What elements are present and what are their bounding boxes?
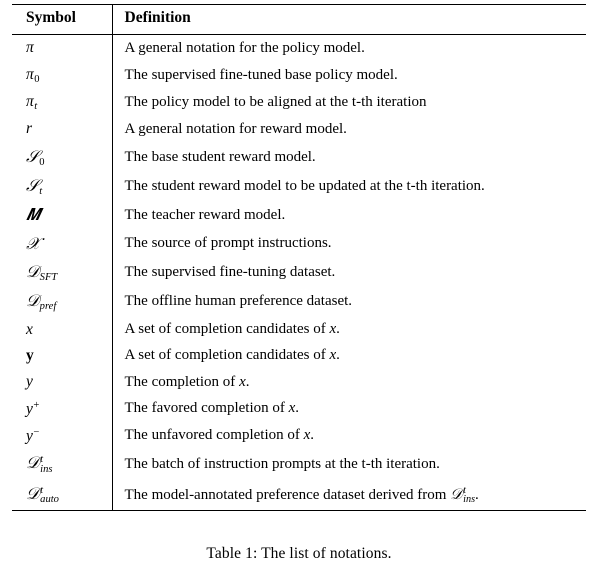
- table-header-row: Symbol Definition: [12, 4, 586, 35]
- table-row: 𝒟SFT The supervised fine-tuning dataset.: [12, 257, 586, 288]
- table-row: 𝒟pref The offline human preference datas…: [12, 287, 586, 317]
- definition-cell: The unfavored completion of x.: [124, 427, 315, 444]
- table-row: 𝑴 The teacher reward model.: [12, 201, 586, 230]
- table-row: 𝒮0 The base student reward model.: [12, 142, 586, 172]
- symbol-cell: 𝒟t auto: [12, 479, 113, 511]
- definition-cell: The offline human preference dataset.: [124, 293, 353, 310]
- definition-cell: The completion of x.: [124, 373, 250, 390]
- table-row: π A general notation for the policy mode…: [12, 34, 586, 62]
- definition-cell: The base student reward model.: [124, 148, 316, 165]
- symbol-cell: y−: [12, 422, 113, 450]
- caption-label: Table 1:: [206, 545, 258, 563]
- definition-cell: The favored completion of x.: [124, 400, 300, 417]
- symbol-cell: y: [12, 369, 113, 396]
- symbol-cell: r: [12, 116, 113, 143]
- symbol-cell: 𝒟t ins: [12, 449, 113, 480]
- table-row: y+ The favored completion of x.: [12, 395, 586, 423]
- table-row: y The completion of x.: [12, 369, 586, 396]
- table-body: π A general notation for the policy mode…: [12, 34, 586, 511]
- symbol-cell: x: [12, 316, 113, 343]
- definition-cell: A set of completion candidates of x.: [124, 321, 340, 338]
- definition-cell: The policy model to be aligned at the t-…: [124, 93, 427, 110]
- symbol-cell: π0: [12, 61, 113, 89]
- table-header: Symbol Definition: [12, 4, 586, 35]
- table-row: 𝒳 The source of prompt instructions.: [12, 229, 586, 258]
- definition-cell: The student reward model to be updated a…: [124, 177, 485, 194]
- table-row: 𝒟t auto The model-annotated preference da…: [12, 479, 586, 511]
- table-row: y− The unfavored completion of x.: [12, 422, 586, 450]
- definition-cell: The supervised fine-tuned base policy mo…: [124, 66, 398, 83]
- caption-text: The list of notations.: [261, 545, 392, 563]
- table-row: π0 The supervised fine-tuned base policy…: [12, 61, 586, 89]
- column-header-symbol: Symbol: [12, 4, 113, 35]
- table-row: x A set of completion candidates of x.: [12, 316, 586, 343]
- table-row: r A general notation for reward model.: [12, 116, 586, 143]
- table-row: 𝒮t The student reward model to be update…: [12, 171, 586, 201]
- table-row: 𝒟t ins The batch of instruction prompts a…: [12, 449, 586, 480]
- symbol-cell: y+: [12, 395, 113, 423]
- definition-cell: The batch of instruction prompts at the …: [124, 455, 440, 472]
- table-caption: Table 1: The list of notations.: [12, 545, 586, 563]
- symbol-cell: y: [12, 342, 113, 370]
- column-header-definition: Definition: [124, 9, 191, 26]
- symbol-cell: 𝒮t: [12, 171, 113, 201]
- definition-cell: The teacher reward model.: [124, 206, 286, 223]
- table-row: y A set of completion candidates of x.: [12, 342, 586, 370]
- symbol-cell: π: [12, 34, 113, 62]
- symbol-cell: 𝒟pref: [12, 287, 113, 317]
- definition-cell: A general notation for reward model.: [124, 120, 347, 137]
- symbol-cell: 𝑴: [12, 201, 113, 230]
- definition-cell: A general notation for the policy model.: [124, 39, 365, 56]
- definition-cell: The supervised fine-tuning dataset.: [124, 263, 336, 280]
- symbol-cell: 𝒮0: [12, 142, 113, 172]
- symbol-cell: πt: [12, 88, 113, 116]
- definition-cell: The source of prompt instructions.: [124, 235, 332, 252]
- notation-table: Symbol Definition π A general notation f…: [12, 4, 586, 511]
- definition-cell: The model-annotated preference dataset d…: [124, 484, 479, 506]
- definition-cell: A set of completion candidates of x.: [124, 347, 340, 364]
- symbol-cell: 𝒟SFT: [12, 257, 113, 288]
- paper-page: Symbol Definition π A general notation f…: [0, 4, 598, 562]
- table-row: πt The policy model to be aligned at the…: [12, 88, 586, 116]
- symbol-cell: 𝒳: [12, 229, 113, 258]
